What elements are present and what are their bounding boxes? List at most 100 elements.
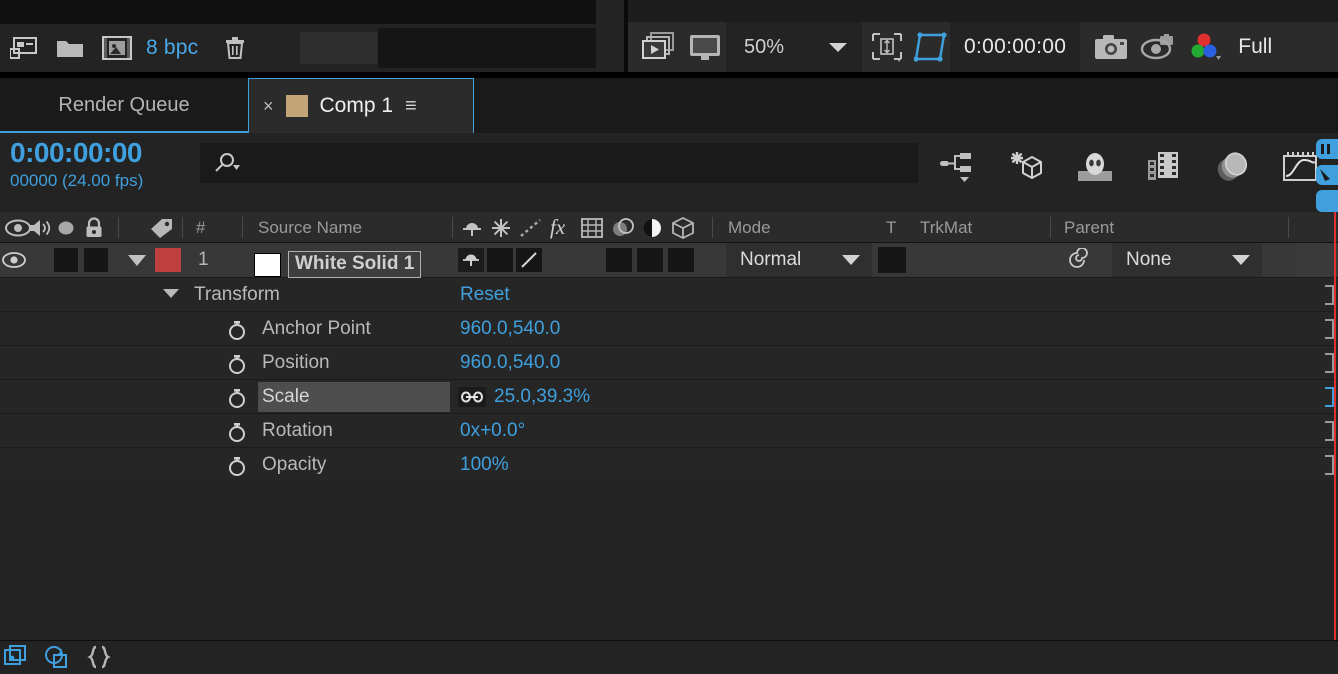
col-collapse-transformations-icon[interactable] <box>490 212 512 243</box>
col-lock-icon[interactable] <box>83 212 105 243</box>
current-time-display[interactable]: 0:00:00:00 00000 (24.00 fps) <box>10 137 143 191</box>
property-bracket-icon <box>1325 319 1334 339</box>
search-input[interactable] <box>200 143 918 183</box>
col-adjustment-layer-icon[interactable] <box>640 212 664 243</box>
draft-3d-icon[interactable] <box>1006 150 1044 184</box>
stopwatch-icon[interactable] <box>226 421 248 443</box>
col-parent[interactable]: Parent <box>1064 212 1114 243</box>
layer-video-toggle[interactable] <box>0 243 28 277</box>
timeline-empty-area[interactable] <box>0 481 1338 640</box>
property-row-rotation[interactable]: Rotation 0x+0.0° <box>0 414 1338 448</box>
project-settings-icon[interactable] <box>10 36 38 60</box>
region-of-interest-icon[interactable] <box>870 22 904 72</box>
zoom-level-dropdown[interactable]: 50% <box>726 22 862 72</box>
playhead-indicator[interactable] <box>1334 212 1336 640</box>
hide-shy-layers-icon[interactable] <box>1076 151 1114 183</box>
track-row-rotation[interactable] <box>1295 414 1338 448</box>
track-row-transform[interactable] <box>1295 278 1338 312</box>
brush-tool-button[interactable] <box>1316 163 1338 187</box>
layer-shy-switch[interactable] <box>458 248 484 272</box>
col-three-d-layer-icon[interactable] <box>670 212 696 243</box>
layer-audio-toggle[interactable] <box>54 248 78 272</box>
always-preview-icon[interactable] <box>642 22 676 72</box>
transform-group-row[interactable]: Transform Reset <box>0 278 1338 312</box>
motion-blur-icon[interactable] <box>1212 150 1250 184</box>
property-value[interactable]: 100% <box>460 448 509 482</box>
comp-render-icon[interactable] <box>44 645 70 669</box>
graph-editor-braces-icon[interactable] <box>86 645 112 669</box>
close-icon[interactable]: × <box>263 97 274 115</box>
col-effects-icon[interactable]: fx <box>550 212 565 243</box>
property-row-opacity[interactable]: Opacity 100% <box>0 448 1338 482</box>
layer-motion-blur-switch[interactable] <box>637 248 663 272</box>
property-value[interactable]: 25.0,39.3% <box>494 380 590 414</box>
layer-collapse-switch[interactable] <box>487 248 513 272</box>
tab-comp-1[interactable]: × Comp 1 ≡ <box>248 78 474 133</box>
preview-timecode[interactable]: 0:00:00:00 <box>950 22 1080 72</box>
track-row-position[interactable] <box>1295 346 1338 380</box>
resolution-dropdown[interactable]: Full <box>1238 35 1272 59</box>
layer-solo-toggle[interactable] <box>84 248 108 272</box>
layer-source-name[interactable]: White Solid 1 <box>288 247 421 281</box>
layer-row-1[interactable]: 1 White Solid 1 Normal <box>0 243 1338 278</box>
property-row-anchor-point[interactable]: Anchor Point 960.0,540.0 <box>0 312 1338 346</box>
new-composition-icon[interactable] <box>102 36 132 60</box>
stopwatch-icon[interactable] <box>226 353 248 375</box>
property-value[interactable]: 960.0,540.0 <box>460 312 560 346</box>
property-value[interactable]: 0x+0.0° <box>460 414 525 448</box>
layer-parent-dropdown[interactable]: None <box>1112 243 1262 277</box>
show-snapshot-icon[interactable] <box>1140 22 1176 72</box>
track-row-scale[interactable] <box>1295 380 1338 414</box>
col-mode[interactable]: Mode <box>728 212 771 243</box>
constrain-proportions-icon[interactable] <box>458 387 486 407</box>
layer-trkmat-switch[interactable] <box>878 247 906 273</box>
track-row-layer[interactable] <box>1295 243 1338 278</box>
frame-blending-icon[interactable] <box>1146 150 1180 184</box>
panel-menu-icon[interactable]: ≡ <box>405 96 417 116</box>
transparency-grid-icon[interactable] <box>914 22 948 72</box>
stopwatch-icon[interactable] <box>226 455 248 477</box>
current-frame-fps: 00000 (24.00 fps) <box>10 171 143 191</box>
layer-parent-pickwhip[interactable] <box>1064 243 1090 277</box>
tab-render-queue[interactable]: Render Queue <box>0 78 248 133</box>
col-shy-icon[interactable] <box>460 212 484 243</box>
col-frame-blend-icon[interactable] <box>580 212 604 243</box>
col-source-name[interactable]: Source Name <box>258 212 362 243</box>
col-quality-icon[interactable] <box>518 212 544 243</box>
timeline-empty-track-area[interactable] <box>1295 481 1338 640</box>
layer-quality-switch[interactable] <box>516 248 542 272</box>
property-value[interactable]: 960.0,540.0 <box>460 346 560 380</box>
composition-mini-flowchart-icon[interactable] <box>938 150 974 184</box>
col-trkmat[interactable]: TrkMat <box>920 212 972 243</box>
monitor-icon[interactable] <box>688 22 722 72</box>
layer-label-color[interactable] <box>155 248 181 272</box>
layer-expand-arrow[interactable] <box>128 243 146 277</box>
pause-preview-button[interactable] <box>1316 137 1338 161</box>
stopwatch-icon[interactable] <box>226 387 248 409</box>
col-motion-blur-icon[interactable] <box>610 212 636 243</box>
col-solo-icon[interactable] <box>56 212 76 243</box>
graph-editor-icon[interactable] <box>1282 150 1318 184</box>
layer-mode-dropdown[interactable]: Normal <box>726 243 872 277</box>
layer-frame-blend-switch[interactable] <box>606 248 632 272</box>
col-number[interactable]: # <box>196 212 205 243</box>
col-label-icon[interactable] <box>148 212 174 243</box>
layer-three-d-switch[interactable] <box>668 248 694 272</box>
property-row-scale[interactable]: Scale 25.0,39.3% <box>0 380 1338 414</box>
col-audio-icon[interactable] <box>26 212 54 243</box>
new-folder-icon[interactable] <box>56 37 84 59</box>
property-row-position[interactable]: Position 960.0,540.0 <box>0 346 1338 380</box>
take-snapshot-icon[interactable] <box>1094 22 1128 72</box>
stopwatch-icon[interactable] <box>226 319 248 341</box>
transform-reset-button[interactable]: Reset <box>460 278 510 312</box>
bit-depth-label[interactable]: 8 bpc <box>146 36 198 60</box>
transform-twirl-icon[interactable] <box>163 289 179 298</box>
delete-icon[interactable] <box>224 36 246 60</box>
track-row-anchor-point[interactable] <box>1295 312 1338 346</box>
col-t[interactable]: T <box>886 212 896 243</box>
toggle-switches-modes-icon[interactable] <box>4 645 28 669</box>
timeline-scroll-button[interactable] <box>1316 189 1338 213</box>
track-row-opacity[interactable] <box>1295 448 1338 482</box>
channel-icon[interactable] <box>1188 22 1222 72</box>
property-bracket-icon-selected <box>1325 387 1334 407</box>
